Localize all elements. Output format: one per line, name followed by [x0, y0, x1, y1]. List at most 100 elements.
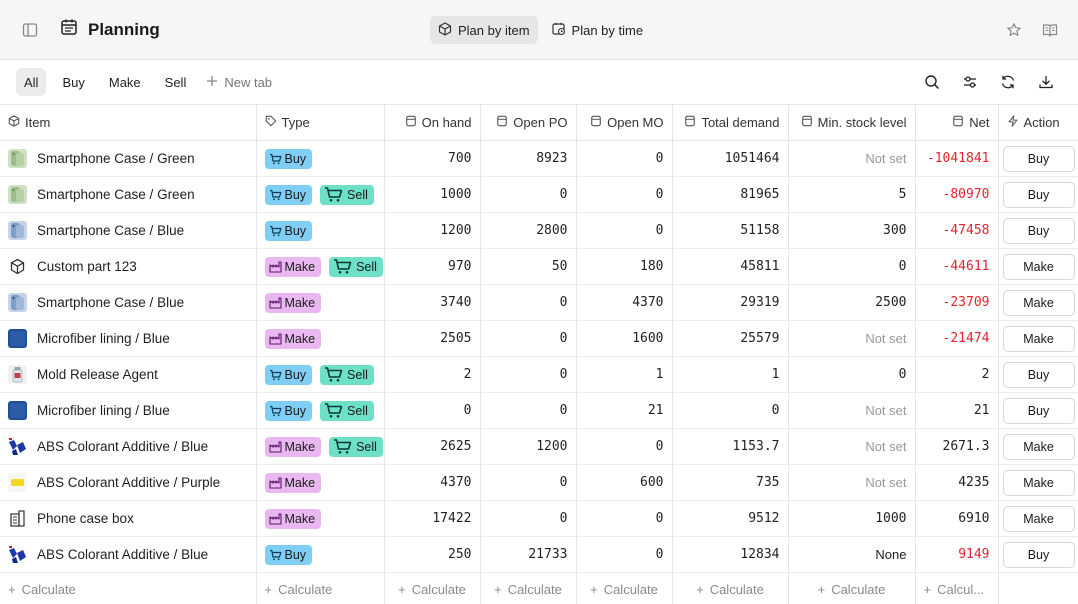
- database-icon: [801, 115, 813, 130]
- on-hand-cell: 250: [384, 536, 481, 573]
- make-action-button[interactable]: Make: [1002, 433, 1075, 460]
- tag-buy: Buy: [264, 544, 313, 565]
- item-cell[interactable]: Phone case box: [0, 500, 257, 537]
- filter-sliders-icon[interactable]: [960, 72, 980, 92]
- table-row[interactable]: ABS Colorant Additive / Blue Buy 250 21733 0…: [0, 536, 1078, 573]
- calculate-min-stock[interactable]: + Calculate: [788, 572, 916, 604]
- item-cell[interactable]: Microfiber lining / Blue: [0, 320, 257, 357]
- tab-all[interactable]: All: [16, 68, 47, 96]
- item-thumbnail: [8, 401, 27, 420]
- item-cell[interactable]: Smartphone Case / Blue: [0, 212, 257, 249]
- buy-action-button[interactable]: Buy: [1002, 541, 1075, 568]
- calculate-on-hand[interactable]: + Calculate: [384, 572, 481, 604]
- item-cell[interactable]: Smartphone Case / Green: [0, 176, 257, 213]
- calculate-label: Calculate: [21, 582, 76, 598]
- table-row[interactable]: ABS Colorant Additive / Blue Make Sell 2625…: [0, 428, 1078, 465]
- on-hand-cell: 3740: [384, 284, 481, 321]
- cart-icon: [333, 438, 353, 455]
- on-hand-cell: 1200: [384, 212, 481, 249]
- make-action-button[interactable]: Make: [1002, 505, 1075, 532]
- col-item[interactable]: Item: [0, 104, 257, 141]
- table-row[interactable]: Custom part 123 Make Sell 970 50 180 45811 0 -44…: [0, 248, 1078, 285]
- open-po-cell: 8923: [480, 140, 577, 177]
- tab-sell[interactable]: Sell: [157, 68, 195, 96]
- item-cell[interactable]: Custom part 123: [0, 248, 257, 285]
- table-row[interactable]: Smartphone Case / Blue Make 3740 0 4370 29319…: [0, 284, 1078, 321]
- make-action-button[interactable]: Make: [1002, 469, 1075, 496]
- item-name: Smartphone Case / Green: [37, 187, 195, 202]
- col-total-demand[interactable]: Total demand: [672, 104, 789, 141]
- buy-action-button[interactable]: Buy: [1002, 397, 1075, 424]
- col-net[interactable]: Net: [915, 104, 999, 141]
- tag-label: Make: [284, 331, 316, 346]
- type-cell: Buy Sell: [256, 176, 385, 213]
- item-cell[interactable]: Smartphone Case / Blue: [0, 284, 257, 321]
- open-po-cell: 50: [480, 248, 577, 285]
- buy-action-button[interactable]: Buy: [1002, 181, 1075, 208]
- table-row[interactable]: Smartphone Case / Blue Buy 1200 2800 0 51158 3…: [0, 212, 1078, 249]
- item-cell[interactable]: ABS Colorant Additive / Purple: [0, 464, 257, 501]
- calculate-label: Calculate: [507, 582, 562, 598]
- make-action-button[interactable]: Make: [1002, 289, 1075, 316]
- tab-buy[interactable]: Buy: [54, 68, 92, 96]
- col-on-hand[interactable]: On hand: [384, 104, 481, 141]
- tag-label: Make: [284, 439, 316, 454]
- refresh-icon[interactable]: [998, 72, 1018, 92]
- cart-icon: [324, 366, 344, 383]
- download-icon[interactable]: [1036, 72, 1056, 92]
- star-icon[interactable]: [1004, 20, 1024, 40]
- item-cell[interactable]: ABS Colorant Additive / Blue: [0, 428, 257, 465]
- table-row[interactable]: Microfiber lining / Blue Buy Sell 0 0 21 0 Not …: [0, 392, 1078, 429]
- min-stock-cell: Not set: [788, 464, 916, 501]
- col-min-stock[interactable]: Min. stock level: [788, 104, 916, 141]
- total-demand-cell: 9512: [672, 500, 789, 537]
- on-hand-cell: 1000: [384, 176, 481, 213]
- buy-action-button[interactable]: Buy: [1002, 145, 1075, 172]
- item-cell[interactable]: Mold Release Agent: [0, 356, 257, 393]
- buy-action-button[interactable]: Buy: [1002, 361, 1075, 388]
- new-tab-button[interactable]: New tab: [206, 75, 272, 90]
- book-icon[interactable]: [1040, 20, 1060, 40]
- table-row[interactable]: Mold Release Agent Buy Sell 2 0 1 1 0 2 Buy: [0, 356, 1078, 393]
- calculate-open-mo[interactable]: + Calculate: [576, 572, 673, 604]
- calculate-open-po[interactable]: + Calculate: [480, 572, 577, 604]
- type-cell: Buy Sell: [256, 392, 385, 429]
- buy-action-button[interactable]: Buy: [1002, 217, 1075, 244]
- plus-icon: +: [923, 582, 932, 598]
- plan-by-item-button[interactable]: Plan by item: [430, 16, 538, 44]
- type-cell: Make: [256, 284, 385, 321]
- type-cell: Buy: [256, 140, 385, 177]
- calendar-clock-icon: [551, 22, 566, 39]
- table-row[interactable]: Phone case box Make 17422 0 0 9512 1000 6910 Mak…: [0, 500, 1078, 537]
- sidebar-toggle-icon[interactable]: [20, 20, 40, 40]
- search-icon[interactable]: [922, 72, 942, 92]
- tag-make: Make: [264, 292, 322, 313]
- tab-make[interactable]: Make: [101, 68, 149, 96]
- col-open-mo[interactable]: Open MO: [576, 104, 673, 141]
- calculate-net[interactable]: + Calcul...: [915, 572, 999, 604]
- tag-label: Make: [284, 295, 316, 310]
- make-action-button[interactable]: Make: [1002, 325, 1075, 352]
- plan-by-time-button[interactable]: Plan by time: [544, 16, 652, 44]
- col-action[interactable]: Action: [998, 104, 1078, 141]
- calculate-type[interactable]: + Calculate: [256, 572, 385, 604]
- item-cell[interactable]: Microfiber lining / Blue: [0, 392, 257, 429]
- open-mo-cell: 0: [576, 536, 673, 573]
- item-cell[interactable]: ABS Colorant Additive / Blue: [0, 536, 257, 573]
- cart-icon: [333, 258, 353, 275]
- item-thumbnail: [8, 149, 27, 168]
- total-demand-cell: 735: [672, 464, 789, 501]
- item-cell[interactable]: Smartphone Case / Green: [0, 140, 257, 177]
- table-row[interactable]: ABS Colorant Additive / Purple Make 4370 0 6…: [0, 464, 1078, 501]
- tag-label: Make: [284, 511, 316, 526]
- calculate-total-demand[interactable]: + Calculate: [672, 572, 789, 604]
- item-name: Smartphone Case / Green: [37, 151, 195, 166]
- make-action-button[interactable]: Make: [1002, 253, 1075, 280]
- col-open-po[interactable]: Open PO: [480, 104, 577, 141]
- table-row[interactable]: Smartphone Case / Green Buy 700 8923 0 105146…: [0, 140, 1078, 177]
- plus-icon: +: [696, 582, 704, 598]
- col-type[interactable]: Type: [256, 104, 385, 141]
- table-row[interactable]: Microfiber lining / Blue Make 2505 0 1600 255…: [0, 320, 1078, 357]
- calculate-item[interactable]: + Calculate: [0, 572, 257, 604]
- table-row[interactable]: Smartphone Case / Green Buy Sell 1000 0 0 8196…: [0, 176, 1078, 213]
